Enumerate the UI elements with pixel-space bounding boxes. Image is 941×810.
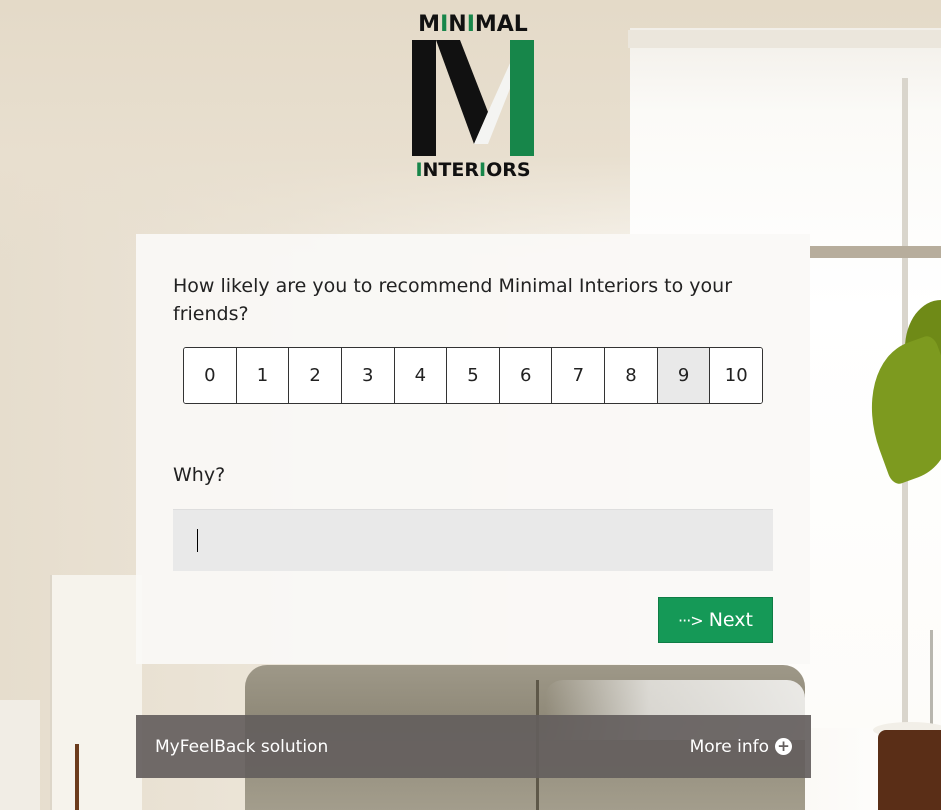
logo-word-minimal: MINIMAL xyxy=(410,12,536,37)
next-button-label: Next xyxy=(708,609,753,631)
nps-option-0[interactable]: 0 xyxy=(184,348,237,403)
logo-letter: N xyxy=(448,12,467,37)
nps-option-3[interactable]: 3 xyxy=(341,348,395,403)
nps-option-9[interactable]: 9 xyxy=(657,348,711,403)
nps-option-5[interactable]: 5 xyxy=(447,348,500,403)
footer-brand-text: MyFeelBack solution xyxy=(155,736,329,757)
background-panel xyxy=(50,575,142,810)
nps-option-2[interactable]: 2 xyxy=(289,348,342,403)
background-window-blind xyxy=(810,246,941,258)
plus-circle-icon: + xyxy=(775,738,792,755)
logo-letters: ORS xyxy=(486,159,531,181)
background-pot xyxy=(878,730,941,810)
footer-bar: MyFeelBack solution More info + xyxy=(136,715,811,778)
logo-word-interiors: INTERIORS xyxy=(410,159,536,181)
logo-letters: NTER xyxy=(422,159,479,181)
background-window-frame xyxy=(628,30,941,48)
text-caret xyxy=(197,529,198,552)
logo-m-mark xyxy=(412,40,534,156)
logo-letter: M xyxy=(418,12,441,37)
nps-option-4[interactable]: 4 xyxy=(394,348,448,403)
nps-option-7[interactable]: 7 xyxy=(552,348,606,403)
nps-scale: 0 1 2 3 4 5 6 7 8 9 10 xyxy=(183,347,763,404)
background-plant xyxy=(930,630,933,730)
dotted-arrow-right-icon: ···> xyxy=(678,610,704,630)
why-label: Why? xyxy=(173,464,226,486)
brand-logo: MINIMAL INTERIORS xyxy=(410,12,536,182)
background-cabinet xyxy=(0,700,40,810)
more-info-label: More info xyxy=(689,736,769,757)
question-text: How likely are you to recommend Minimal … xyxy=(173,275,733,325)
logo-letter-accent: I xyxy=(466,12,475,37)
why-input[interactable] xyxy=(173,509,773,571)
nps-option-8[interactable]: 8 xyxy=(605,348,658,403)
nps-option-10[interactable]: 10 xyxy=(710,348,762,403)
survey-card: How likely are you to recommend Minimal … xyxy=(136,234,810,664)
more-info-link[interactable]: More info + xyxy=(690,737,792,757)
logo-letter-accent: I xyxy=(415,159,423,181)
nps-option-1[interactable]: 1 xyxy=(236,348,290,403)
next-button[interactable]: ···> Next xyxy=(658,597,773,643)
background-stick xyxy=(75,744,79,810)
logo-letter: MAL xyxy=(474,12,528,37)
nps-option-6[interactable]: 6 xyxy=(499,348,553,403)
